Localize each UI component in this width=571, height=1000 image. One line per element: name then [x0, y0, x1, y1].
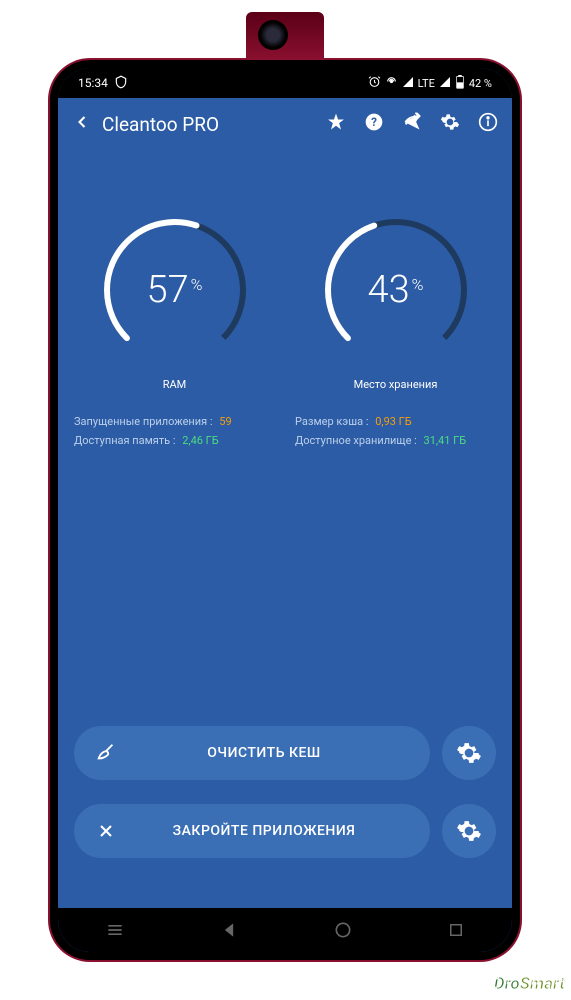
hotspot-icon	[385, 75, 398, 91]
close-apps-settings-button[interactable]	[442, 804, 496, 858]
app-bar: Cleantoo PRO ?	[58, 98, 512, 150]
ram-gauge[interactable]: 57 % RAM	[74, 210, 275, 391]
storage-value: 43	[368, 268, 410, 312]
nav-bar	[58, 908, 512, 952]
star-icon[interactable]	[326, 112, 346, 136]
shield-icon	[114, 75, 128, 92]
clear-cache-button[interactable]: ОЧИСТИТЬ КЕШ	[74, 726, 430, 780]
cache-size-value: 0,93 ГБ	[375, 415, 412, 428]
phone-frame: 15:34 LTE	[50, 60, 520, 960]
stats: Запущенные приложения : 59 Доступная пам…	[74, 415, 496, 453]
storage-gauge[interactable]: 43 % Место хранения	[295, 210, 496, 391]
popup-camera	[246, 12, 324, 60]
avail-mem-label: Доступная память :	[74, 434, 175, 447]
watermark: DroSmart	[494, 974, 565, 994]
nav-recent-icon[interactable]	[447, 921, 465, 939]
battery-icon	[455, 75, 465, 92]
storage-pct: %	[412, 275, 424, 294]
ram-pct: %	[191, 275, 203, 294]
app-title: Cleantoo PRO	[102, 113, 326, 136]
content: 57 % RAM 43 %	[58, 150, 512, 908]
gauges: 57 % RAM 43 %	[74, 210, 496, 391]
running-apps-value: 59	[219, 415, 231, 428]
close-apps-label: ЗАКРОЙТЕ ПРИЛОЖЕНИЯ	[118, 823, 410, 839]
close-icon	[94, 819, 118, 843]
share-icon[interactable]	[402, 112, 422, 136]
network-label: LTE	[418, 77, 435, 90]
clear-cache-label: ОЧИСТИТЬ КЕШ	[118, 745, 410, 761]
ram-value: 57	[147, 268, 189, 312]
status-time: 15:34	[78, 76, 108, 90]
settings-icon[interactable]	[440, 112, 460, 136]
back-icon[interactable]	[72, 112, 92, 136]
running-apps-label: Запущенные приложения :	[74, 415, 213, 428]
avail-mem-value: 2,46 ГБ	[182, 434, 219, 447]
nav-back-icon[interactable]	[219, 920, 239, 940]
cache-size-label: Размер кэша :	[295, 415, 369, 428]
info-icon[interactable]	[478, 112, 498, 136]
avail-storage-label: Доступное хранилище :	[295, 434, 417, 447]
nav-menu-icon[interactable]	[105, 920, 125, 940]
avail-storage-value: 31,41 ГБ	[424, 434, 467, 447]
clear-cache-settings-button[interactable]	[442, 726, 496, 780]
screen: 15:34 LTE	[58, 68, 512, 952]
nav-home-icon[interactable]	[333, 920, 353, 940]
signal2-icon	[439, 76, 451, 91]
signal-icon	[402, 76, 414, 91]
actions: ОЧИСТИТЬ КЕШ ЗАКРОЙТЕ ПРИЛОЖЕНИЯ	[74, 726, 496, 858]
help-icon[interactable]: ?	[364, 112, 384, 136]
storage-label: Место хранения	[354, 378, 438, 391]
close-apps-button[interactable]: ЗАКРОЙТЕ ПРИЛОЖЕНИЯ	[74, 804, 430, 858]
ram-label: RAM	[163, 378, 187, 391]
alarm-icon	[368, 75, 381, 91]
battery-pct: 42 %	[469, 77, 492, 90]
status-bar: 15:34 LTE	[58, 68, 512, 98]
svg-text:?: ?	[371, 115, 377, 129]
broom-icon	[94, 741, 118, 765]
